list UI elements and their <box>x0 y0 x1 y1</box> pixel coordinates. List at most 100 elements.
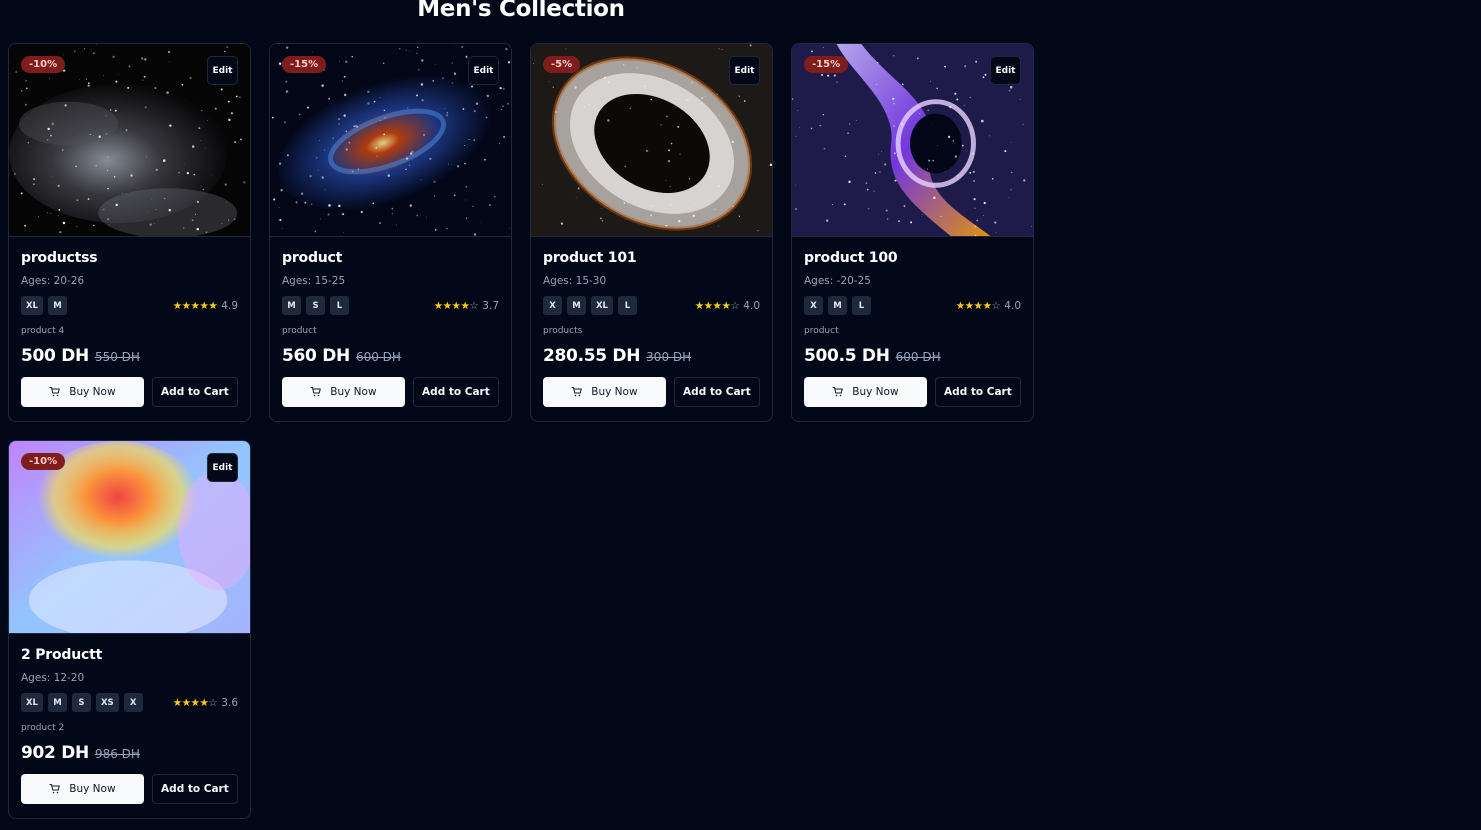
cart-icon <box>310 387 322 397</box>
product-name: 2 Productt <box>21 647 103 663</box>
size-chip[interactable]: S <box>306 296 325 315</box>
product-card: -5% Edit product 101 Ages: 15-30 X M XL L ★… <box>530 43 773 422</box>
cart-icon <box>49 387 61 397</box>
size-chip[interactable]: S <box>71 693 91 712</box>
discount-badge: -5% <box>543 56 581 73</box>
star-filled-icon: ★ <box>433 299 443 312</box>
original-price: 986 DH <box>94 747 140 761</box>
product-image: -15% Edit <box>792 44 1033 237</box>
discount-badge: -10% <box>21 56 66 73</box>
edit-button[interactable]: Edit <box>468 56 499 85</box>
page-title: Men's Collection <box>417 0 625 22</box>
product-price: 500.5 DH <box>804 346 890 366</box>
size-chip[interactable]: M <box>47 296 67 315</box>
size-chip[interactable]: XS <box>95 693 119 712</box>
star-filled-icon: ★ <box>955 299 965 312</box>
star-filled-icon: ★ <box>442 299 452 312</box>
star-filled-icon: ★ <box>703 299 713 312</box>
size-chip[interactable]: M <box>47 693 67 712</box>
discount-badge: -15% <box>804 56 849 73</box>
star-filled-icon: ★ <box>181 696 191 709</box>
size-chip[interactable]: L <box>852 296 871 315</box>
product-ages: Ages: 15-30 <box>543 275 607 287</box>
star-empty-icon: ☆ <box>730 299 740 312</box>
buy-now-label: Buy Now <box>330 386 377 398</box>
edit-button[interactable]: Edit <box>729 56 760 85</box>
product-ages: Ages: -20-25 <box>804 275 871 287</box>
size-chip[interactable]: XL <box>21 296 43 315</box>
size-chip[interactable]: M <box>567 296 586 315</box>
star-filled-icon: ★ <box>172 696 182 709</box>
product-description: product 2 <box>21 723 65 733</box>
star-empty-icon: ☆ <box>991 299 1001 312</box>
product-price: 902 DH <box>21 743 89 763</box>
star-filled-icon: ★ <box>694 299 704 312</box>
rating-stars: ★★★★★ <box>173 300 218 312</box>
size-list: X M XL L <box>543 296 637 315</box>
size-chip[interactable]: XL <box>21 693 43 712</box>
original-price: 550 DH <box>94 350 140 364</box>
size-chip[interactable]: X <box>123 693 143 712</box>
size-chip[interactable]: L <box>330 296 349 315</box>
size-chip[interactable]: X <box>804 296 823 315</box>
product-card: -10% Edit productss Ages: 20-26 XL M ★★★★… <box>8 43 251 422</box>
product-name: productss <box>21 250 98 266</box>
rating-value: 4.0 <box>743 299 760 312</box>
add-to-cart-button[interactable]: Add to Cart <box>151 377 238 407</box>
size-chip[interactable]: XL <box>591 296 613 315</box>
product-card: -15% Edit product Ages: 15-25 MSL ★★★★☆ … <box>269 43 512 422</box>
original-price: 600 DH <box>355 350 401 364</box>
product-name: product 101 <box>543 250 637 266</box>
edit-button[interactable]: Edit <box>207 453 238 482</box>
add-to-cart-button[interactable]: Add to Cart <box>934 377 1021 407</box>
product-rating: ★★★★★ 4.9 <box>173 300 238 312</box>
product-grid: -10% Edit productss Ages: 20-26 XL M ★★★★… <box>8 43 1034 819</box>
star-filled-icon: ★ <box>964 299 974 312</box>
rating-value: 3.7 <box>482 299 499 312</box>
cart-icon <box>571 387 583 397</box>
product-description: product 4 <box>21 326 65 336</box>
original-price: 300 DH <box>646 350 692 364</box>
product-card: -10% Edit 2 Productt Ages: 12-20 XL M S XS X… <box>8 440 251 819</box>
product-price: 560 DH <box>282 346 350 366</box>
buy-now-button[interactable]: Buy Now <box>282 377 405 407</box>
product-ages: Ages: 12-20 <box>21 672 85 684</box>
size-list: XL M S XS X <box>21 693 143 712</box>
star-empty-icon: ☆ <box>208 696 218 709</box>
product-image: -10% Edit <box>9 44 250 237</box>
rating-value: 3.6 <box>221 696 238 709</box>
size-chip[interactable]: M <box>828 296 847 315</box>
star-empty-icon: ☆ <box>469 299 479 312</box>
buy-now-button[interactable]: Buy Now <box>804 377 927 407</box>
size-list: MSL <box>282 296 349 315</box>
add-to-cart-button[interactable]: Add to Cart <box>151 774 238 804</box>
product-image: -15% Edit <box>270 44 511 237</box>
add-to-cart-button[interactable]: Add to Cart <box>673 377 760 407</box>
size-chip[interactable]: M <box>282 296 301 315</box>
product-image: -5% Edit <box>531 44 772 237</box>
rating-stars: ★★★★☆ <box>434 300 479 312</box>
edit-button[interactable]: Edit <box>990 56 1021 85</box>
edit-button[interactable]: Edit <box>207 56 238 85</box>
buy-now-button[interactable]: Buy Now <box>21 774 144 804</box>
size-chip[interactable]: L <box>617 296 637 315</box>
buy-now-label: Buy Now <box>591 386 638 398</box>
star-filled-icon: ★ <box>181 299 191 312</box>
product-rating: ★★★★☆ 4.0 <box>956 300 1021 312</box>
star-filled-icon: ★ <box>172 299 182 312</box>
product-rating: ★★★★☆ 3.7 <box>434 300 499 312</box>
product-ages: Ages: 20-26 <box>21 275 85 287</box>
product-description: products <box>543 326 583 336</box>
product-description: product <box>282 326 317 336</box>
size-chip[interactable]: X <box>543 296 562 315</box>
product-image: -10% Edit <box>9 441 250 634</box>
buy-now-button[interactable]: Buy Now <box>543 377 666 407</box>
buy-now-button[interactable]: Buy Now <box>21 377 144 407</box>
product-name: product 100 <box>804 250 898 266</box>
product-price: 280.55 DH <box>543 346 641 366</box>
page: Men's Collection -10% Edit productss Age… <box>0 0 1481 830</box>
add-to-cart-button[interactable]: Add to Cart <box>412 377 499 407</box>
size-list: XML <box>804 296 871 315</box>
product-description: product <box>804 326 839 336</box>
buy-now-label: Buy Now <box>69 386 116 398</box>
